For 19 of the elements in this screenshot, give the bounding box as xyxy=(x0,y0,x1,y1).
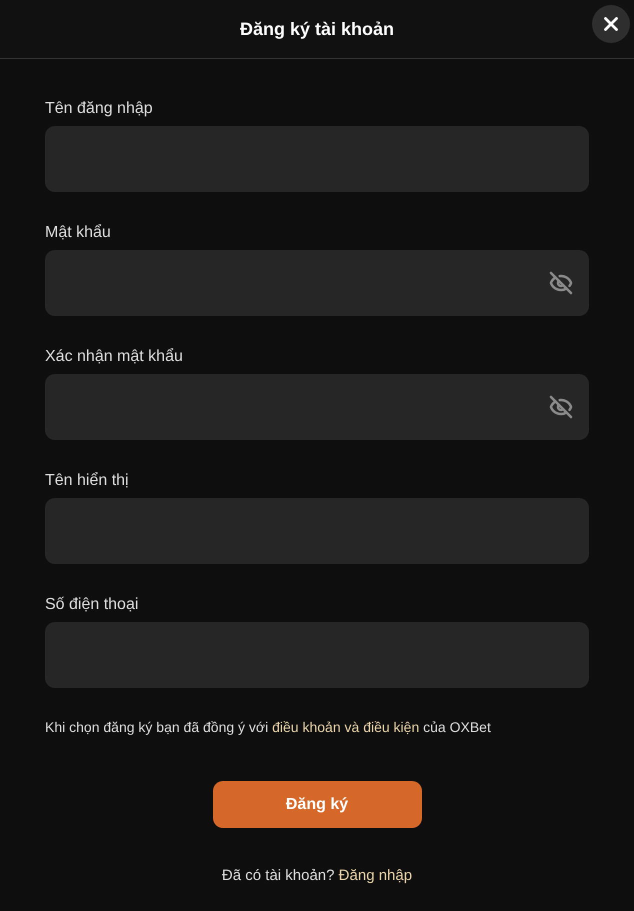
field-label: Tên đăng nhập xyxy=(45,99,154,119)
field-label: Số điện thoại xyxy=(45,595,140,615)
field-label: Mật khẩu xyxy=(45,223,112,243)
input-field[interactable] xyxy=(45,374,589,440)
field-label: Xác nhận mật khẩu xyxy=(45,347,184,367)
eye-off-icon[interactable] xyxy=(549,395,573,419)
close-button[interactable] xyxy=(592,5,630,43)
dialog-title: Đăng ký tài khoản xyxy=(240,18,394,41)
register-button[interactable]: Đăng ký xyxy=(212,781,422,828)
login-prompt: Đã có tài khoản? Đăng nhập xyxy=(220,866,414,886)
field-label: Tên hiển thị xyxy=(45,471,130,491)
input-field[interactable] xyxy=(45,498,589,564)
terms-link[interactable]: điều khoản và điều kiện xyxy=(272,719,420,735)
input-field[interactable] xyxy=(45,622,589,688)
input-field[interactable] xyxy=(45,126,589,192)
input-field[interactable] xyxy=(45,250,589,316)
terms-text: Khi chọn đăng ký bạn đã đồng ý với điều khoản và điều kiện của OXBet xyxy=(45,718,492,737)
eye-off-icon[interactable] xyxy=(549,271,573,295)
login-link[interactable]: Đăng nhập xyxy=(338,867,412,884)
